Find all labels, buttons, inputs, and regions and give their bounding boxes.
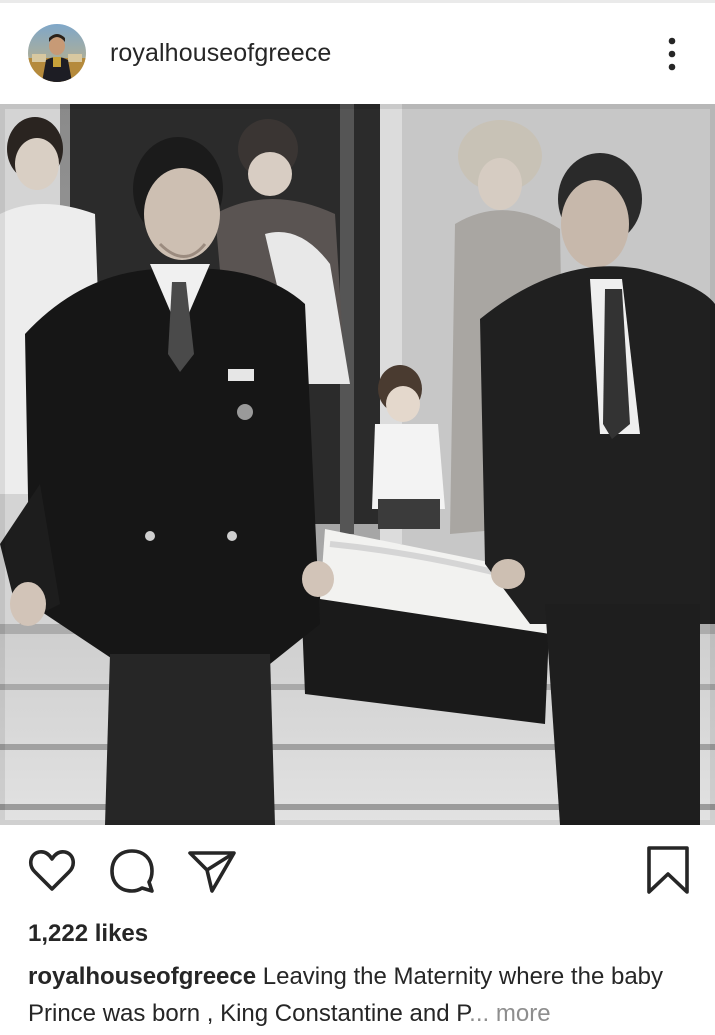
comment-icon[interactable] <box>106 845 158 897</box>
caption-username[interactable]: royalhouseofgreece <box>28 963 256 990</box>
avatar-image <box>28 24 86 82</box>
heart-icon[interactable] <box>27 845 77 895</box>
post-actions <box>0 825 715 915</box>
post-username[interactable]: royalhouseofgreece <box>110 39 331 68</box>
post-photo[interactable] <box>0 104 715 825</box>
avatar[interactable] <box>28 24 86 82</box>
post-caption: royalhouseofgreece Leaving the Maternity… <box>28 958 698 1032</box>
more-vertical-icon[interactable] <box>655 31 689 77</box>
caption-ellipsis: ... <box>469 1000 490 1027</box>
bookmark-icon[interactable] <box>645 845 691 895</box>
likes-count[interactable]: 1,222 likes <box>28 920 148 948</box>
post-header: royalhouseofgreece <box>0 3 715 104</box>
send-icon[interactable] <box>186 847 238 895</box>
caption-more-link[interactable]: more <box>496 1000 551 1027</box>
post-photo-image <box>0 104 715 825</box>
